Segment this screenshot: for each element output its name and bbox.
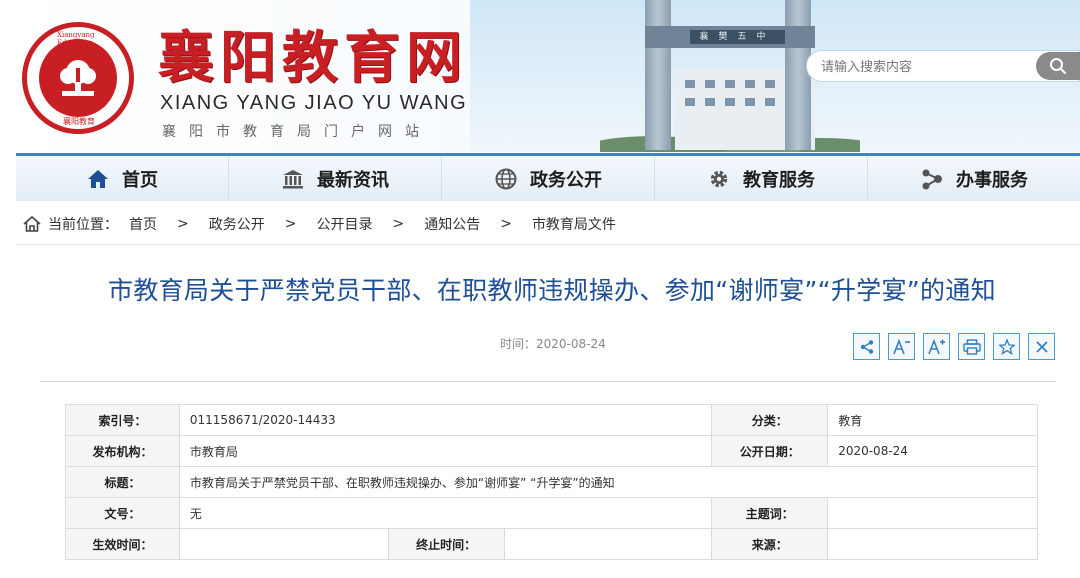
main-nav: 首页 最新资讯 政务公开 教育服务 办事服务 (16, 153, 1080, 201)
emblem-ring-text: Xiangyang Education (57, 31, 95, 47)
breadcrumb-label: 当前位置： (48, 217, 118, 233)
nav-item-affairs-service[interactable]: 办事服务 (868, 156, 1080, 201)
close-button[interactable] (1028, 333, 1055, 360)
meta-value (827, 497, 1038, 529)
site-header: 襄樊五中 Xiangyang Education 襄阳教育 襄阳教育网 XIAN… (0, 0, 1080, 152)
home-icon (88, 169, 108, 188)
article-title: 市教育局关于严禁党员干部、在职教师违规操办、参加“谢师宴”“升学宴”的通知 (108, 276, 996, 305)
meta-key: 生效时间： (65, 528, 180, 560)
article-toolbar (853, 333, 1055, 360)
emblem-cn-text: 襄阳教育 (63, 117, 95, 126)
table-row: 发布机构： 市教育局 公开日期： 2020-08-24 (65, 435, 1038, 467)
print-icon (962, 338, 981, 355)
globe-icon (495, 168, 517, 189)
meta-key: 来源： (711, 528, 829, 560)
meta-key: 主题词： (711, 497, 829, 529)
nav-item-home[interactable]: 首页 (16, 156, 229, 201)
table-row: 标题： 市教育局关于严禁党员干部、在职教师违规操办、参加“谢师宴” “升学宴”的… (65, 466, 1039, 498)
font-decrease-button[interactable] (888, 333, 915, 360)
site-subtitle: 襄阳市教育局门户网站 (162, 124, 432, 140)
publish-time-label: 时间： (500, 337, 537, 351)
breadcrumb-link[interactable]: 政务公开 (209, 214, 265, 234)
font-decrease-icon (892, 338, 910, 354)
meta-value (178, 528, 389, 560)
search-input[interactable] (821, 57, 1021, 77)
search-button[interactable] (1036, 52, 1080, 80)
tree-emblem-icon (39, 39, 117, 117)
meta-value: 011158671/2020-14433 (178, 404, 713, 436)
breadcrumb-link[interactable]: 首页 (129, 214, 157, 234)
print-button[interactable] (958, 333, 985, 360)
meta-value: 2020-08-24 (827, 435, 1038, 467)
table-row: 索引号： 011158671/2020-14433 分类： 教育 (65, 404, 1038, 436)
breadcrumb-link[interactable]: 公开目录 (316, 214, 372, 234)
meta-key: 标题： (65, 466, 180, 498)
nav-label: 办事服务 (956, 169, 1028, 191)
star-icon (998, 338, 1015, 355)
breadcrumb-link[interactable]: 市教育局文件 (532, 214, 616, 234)
share-nodes-icon (922, 169, 942, 189)
meta-key: 索引号： (65, 404, 180, 436)
site-pinyin: XIANG YANG JIAO YU WANG (160, 92, 468, 114)
publish-time-value: 2020-08-24 (536, 337, 606, 351)
bank-icon (283, 169, 303, 188)
nav-label: 政务公开 (530, 169, 602, 191)
meta-value: 市教育局 (178, 435, 713, 467)
meta-key: 文号： (65, 497, 180, 529)
close-icon (1035, 340, 1048, 353)
breadcrumb-link[interactable]: 通知公告 (424, 214, 480, 234)
home-outline-icon (23, 215, 41, 232)
breadcrumb-separator: > (500, 216, 512, 232)
publish-time: 时间：2020-08-24 (500, 335, 606, 352)
share-icon (860, 339, 873, 354)
font-increase-button[interactable] (923, 333, 950, 360)
nav-label: 最新资讯 (317, 169, 389, 191)
meta-key: 发布机构： (65, 435, 180, 467)
meta-value: 市教育局关于严禁党员干部、在职教师违规操办、参加“谢师宴” “升学宴”的通知 (178, 466, 1039, 498)
meta-key: 公开日期： (711, 435, 829, 467)
breadcrumb-separator: > (392, 216, 405, 232)
breadcrumb-divider (16, 244, 1080, 245)
nav-item-news[interactable]: 最新资讯 (229, 156, 442, 201)
school-gate-image: 襄樊五中 (645, 0, 815, 150)
nav-label: 教育服务 (743, 169, 815, 191)
share-button[interactable] (853, 333, 880, 360)
meta-value (827, 528, 1038, 560)
table-row: 生效时间： 终止时间： 来源： (65, 528, 1038, 560)
meta-value: 教育 (827, 404, 1038, 436)
table-row: 文号： 无 主题词： (65, 497, 1038, 529)
nav-item-edu-service[interactable]: 教育服务 (655, 156, 868, 201)
content-divider (40, 381, 1056, 382)
font-increase-icon (927, 338, 945, 354)
gear-icon (710, 170, 728, 187)
site-logo[interactable]: Xiangyang Education 襄阳教育 (22, 22, 134, 134)
breadcrumb: 当前位置： 首页 > 政务公开 > 公开目录 > 通知公告 > 市教育局文件 (22, 212, 627, 236)
meta-key: 分类： (711, 404, 829, 436)
favorite-button[interactable] (993, 333, 1020, 360)
meta-value (503, 528, 713, 560)
search-icon (1050, 58, 1067, 75)
document-meta-table: 索引号： 011158671/2020-14433 分类： 教育 发布机构： 市… (65, 404, 1039, 560)
site-title[interactable]: 襄阳教育网 (158, 28, 468, 88)
meta-value: 无 (178, 497, 713, 529)
nav-label: 首页 (122, 169, 158, 191)
breadcrumb-separator: > (284, 216, 297, 232)
breadcrumb-separator: > (177, 216, 189, 232)
gate-plaque: 襄樊五中 (690, 30, 785, 44)
meta-key: 终止时间： (387, 528, 505, 560)
nav-item-gov-affairs[interactable]: 政务公开 (442, 156, 655, 201)
